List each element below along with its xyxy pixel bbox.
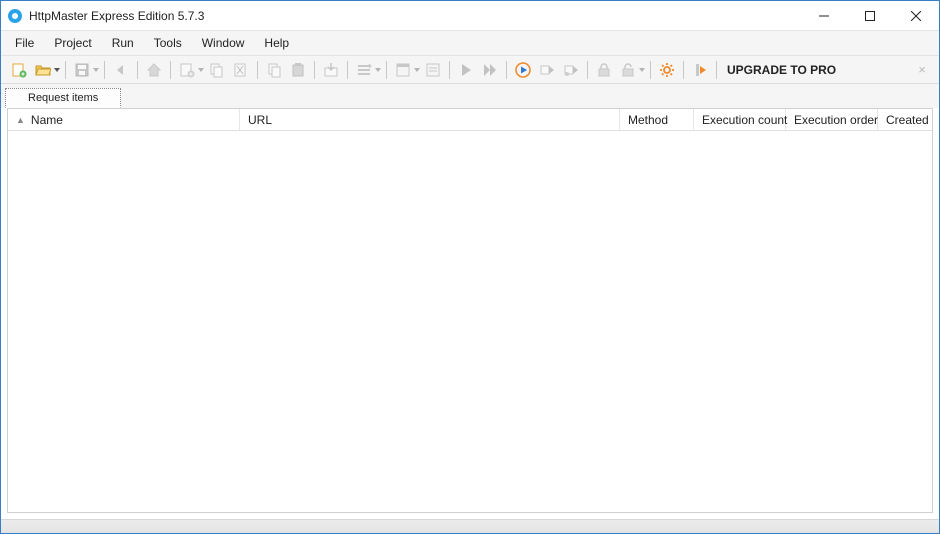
menu-help[interactable]: Help [254, 33, 299, 53]
request-table: ▲ Name URL Method Execution count Execut… [7, 108, 933, 513]
copy-icon [263, 59, 285, 81]
menu-file[interactable]: File [5, 33, 44, 53]
menu-run[interactable]: Run [102, 33, 144, 53]
open-project-icon[interactable] [32, 59, 54, 81]
upgrade-to-pro-link[interactable]: UPGRADE TO PRO [727, 63, 836, 77]
save-icon [71, 59, 93, 81]
dropdown-caret-icon [413, 68, 421, 72]
toolbar-separator [257, 61, 258, 79]
collapse-icon [422, 59, 444, 81]
new-project-icon[interactable] [8, 59, 30, 81]
window-title: HttpMaster Express Edition 5.7.3 [29, 9, 204, 23]
menu-window[interactable]: Window [192, 33, 255, 53]
settings-icon[interactable] [656, 59, 678, 81]
toolbar: UPGRADE TO PRO × [1, 56, 939, 84]
column-label: Execution order [794, 113, 878, 127]
column-label: Execution count [702, 113, 787, 127]
column-header-created[interactable]: Created [878, 109, 932, 130]
column-header-method[interactable]: Method [620, 109, 694, 130]
column-label: Method [628, 113, 668, 127]
lock-icon [593, 59, 615, 81]
run-all-icon [479, 59, 501, 81]
table-header: ▲ Name URL Method Execution count Execut… [8, 109, 932, 131]
home-icon [143, 59, 165, 81]
dropdown-caret-icon[interactable] [53, 68, 61, 72]
menu-bar: FileProjectRunToolsWindowHelp [1, 31, 939, 56]
column-header-url[interactable]: URL [240, 109, 620, 130]
table-body [8, 131, 932, 512]
column-header-exec-order[interactable]: Execution order [786, 109, 878, 130]
sort-asc-icon: ▲ [16, 115, 25, 125]
toolbar-separator [650, 61, 651, 79]
toolbar-separator [104, 61, 105, 79]
toolbar-close-icon[interactable]: × [913, 61, 931, 79]
menu-project[interactable]: Project [44, 33, 101, 53]
run-selected-icon[interactable] [512, 59, 534, 81]
run-advanced-icon [560, 59, 582, 81]
delete-request-icon [230, 59, 252, 81]
toolbar-separator [449, 61, 450, 79]
toolbar-separator [314, 61, 315, 79]
maximize-button[interactable] [847, 1, 893, 31]
dropdown-caret-icon [374, 68, 382, 72]
dropdown-caret-icon [92, 68, 100, 72]
toolbar-separator [65, 61, 66, 79]
column-label: Created [886, 113, 929, 127]
toolbar-separator [716, 61, 717, 79]
close-button[interactable] [893, 1, 939, 31]
run-icon [455, 59, 477, 81]
dropdown-caret-icon [197, 68, 205, 72]
toolbar-separator [386, 61, 387, 79]
toolbar-separator [170, 61, 171, 79]
tab-request-items[interactable]: Request items [5, 88, 121, 108]
toolbar-separator [683, 61, 684, 79]
unlock-icon [617, 59, 639, 81]
title-bar: HttpMaster Express Edition 5.7.3 [1, 1, 939, 31]
minimize-button[interactable] [801, 1, 847, 31]
toolbar-separator [137, 61, 138, 79]
toolbar-separator [347, 61, 348, 79]
toggle-panel-icon [392, 59, 414, 81]
column-label: Name [31, 113, 63, 127]
move-up-icon [353, 59, 375, 81]
column-header-exec-count[interactable]: Execution count [694, 109, 786, 130]
back-icon [110, 59, 132, 81]
column-label: URL [248, 113, 272, 127]
toolbar-separator [587, 61, 588, 79]
app-icon [7, 8, 23, 24]
add-request-icon [176, 59, 198, 81]
paste-icon [287, 59, 309, 81]
upgrade-icon[interactable] [689, 59, 711, 81]
menu-tools[interactable]: Tools [144, 33, 192, 53]
column-header-name[interactable]: ▲ Name [8, 109, 240, 130]
dropdown-caret-icon [638, 68, 646, 72]
import-icon [320, 59, 342, 81]
toolbar-separator [506, 61, 507, 79]
run-basic-icon [536, 59, 558, 81]
status-bar [1, 519, 939, 533]
duplicate-request-icon [206, 59, 228, 81]
tab-row: Request items [1, 84, 939, 108]
app-window: HttpMaster Express Edition 5.7.3 FilePro… [0, 0, 940, 534]
